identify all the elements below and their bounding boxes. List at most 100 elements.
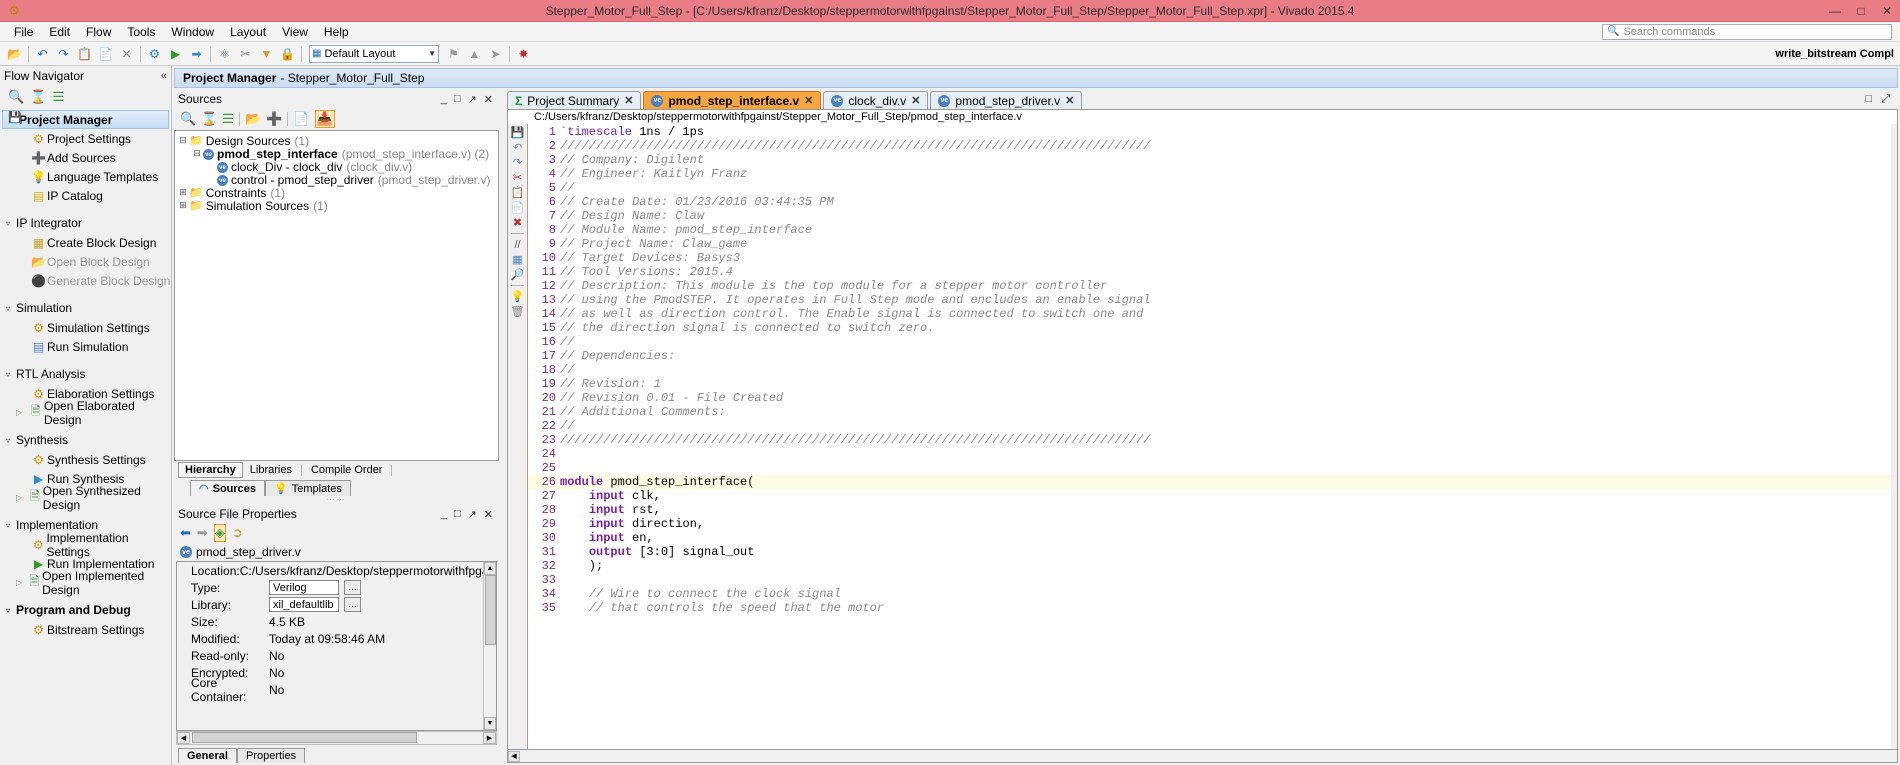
new-file-icon[interactable]: 📄 xyxy=(293,111,309,127)
properties-icon[interactable]: ◈ xyxy=(213,524,226,542)
tree-row[interactable]: ve clock_Div - clock_div (clock_div.v) xyxy=(177,160,496,174)
property-value-field[interactable]: xil_defaultlib xyxy=(269,597,339,612)
flow-nav-item-run-simulation[interactable]: ▤ Run Simulation xyxy=(0,337,171,356)
tree-row[interactable]: ⊞ 📁 Constraints (1) xyxy=(177,186,496,200)
sfp-maximize-button[interactable]: □ xyxy=(454,508,461,521)
scroll-thumb[interactable] xyxy=(484,575,496,645)
flow-nav-item-create-block-design[interactable]: ▦ Create Block Design xyxy=(0,233,171,252)
bottom-tab-properties[interactable]: Properties xyxy=(236,748,306,763)
flow-nav-section-program-and-debug[interactable]: ▿ Program and Debug xyxy=(0,600,171,620)
sources-minimize-button[interactable]: _ xyxy=(441,93,447,106)
menu-item-edit[interactable]: Edit xyxy=(41,23,78,41)
property-browse-button[interactable]: ... xyxy=(344,580,361,595)
tab-hierarchy[interactable]: Hierarchy xyxy=(178,462,243,478)
sfp-close-button[interactable]: ✕ xyxy=(484,508,493,521)
sfp-horizontal-scrollbar[interactable]: ◀ ▶ xyxy=(176,731,497,745)
undo-icon[interactable]: ↶ xyxy=(513,141,522,154)
minimize-button[interactable]: — xyxy=(1822,0,1848,21)
bottom-tab-sources[interactable]: ◠ Sources xyxy=(190,480,266,496)
code-content[interactable]: 1 `timescale 1ns / 1ps 2//////////////////… xyxy=(528,124,1897,749)
editor-horizontal-scrollbar[interactable]: ◀ xyxy=(507,750,1898,763)
flow-nav-section-rtl-analysis[interactable]: ▿ RTL Analysis xyxy=(0,364,171,384)
flow-nav-item-ip-catalog[interactable]: ▤ IP Catalog xyxy=(0,186,171,205)
scroll-left-arrow-icon[interactable]: ◀ xyxy=(508,750,520,762)
sfp-vertical-scrollbar[interactable]: ▲ ▼ xyxy=(483,562,496,730)
collapse-toggle-icon[interactable]: ⊟ xyxy=(191,148,203,159)
chevron-right-icon[interactable]: ▷ xyxy=(16,578,27,587)
layout-reset-icon[interactable]: ▲ xyxy=(465,44,484,63)
expand-toggle-icon[interactable]: ⊞ xyxy=(177,187,189,198)
copy-icon[interactable]: 📋 xyxy=(511,186,525,199)
save-icon[interactable]: 💾 xyxy=(511,126,525,139)
flow-nav-item-language-templates[interactable]: 💡 Language Templates xyxy=(0,167,171,186)
redo-icon[interactable]: ↷ xyxy=(54,44,73,63)
editor-tab-pmod-step-driver-v[interactable]: ve pmod_step_driver.v ✕ xyxy=(930,91,1083,109)
menu-item-window[interactable]: Window xyxy=(163,23,222,41)
flow-nav-section-ip-integrator[interactable]: ▿ IP Integrator xyxy=(0,213,171,233)
collapse-all-icon[interactable]: ⌛ xyxy=(30,89,46,105)
menu-item-view[interactable]: View xyxy=(274,23,316,41)
expand-toggle-icon[interactable]: ⊞ xyxy=(177,200,189,211)
back-arrow-icon[interactable]: ⬅ xyxy=(180,525,191,541)
bottom-tab-general[interactable]: General xyxy=(178,748,237,763)
editor-tab-pmod-step-interface-v[interactable]: ve pmod_step_interface.v ✕ xyxy=(643,91,822,109)
expand-all-icon[interactable]: ☰ xyxy=(222,111,234,127)
close-button[interactable]: ✕ xyxy=(1874,0,1900,21)
collapse-toggle-icon[interactable]: ⊟ xyxy=(177,135,189,146)
search-icon[interactable]: 🔍 xyxy=(180,111,196,127)
open-project-icon[interactable]: 📂 xyxy=(5,44,24,63)
collapse-all-icon[interactable]: ⌛ xyxy=(201,111,217,127)
menu-item-file[interactable]: File xyxy=(6,23,41,41)
search-icon[interactable]: 🔍 xyxy=(8,89,24,105)
flow-nav-item-open-synthesized-design[interactable]: ▷ 🗎 Open Synthesized Design xyxy=(0,484,171,512)
find-icon[interactable]: 🔎 xyxy=(511,268,525,281)
menu-item-tools[interactable]: Tools xyxy=(119,23,163,41)
property-browse-button[interactable]: ... xyxy=(344,597,361,612)
menu-item-flow[interactable]: Flow xyxy=(78,23,119,41)
scroll-thumb-h[interactable] xyxy=(192,732,417,743)
tree-row[interactable]: ve control - pmod_step_driver (pmod_step_d… xyxy=(177,173,496,187)
flow-nav-item-bitstream-settings[interactable]: ⚙ Bitstream Settings xyxy=(0,620,171,639)
close-icon[interactable]: ✕ xyxy=(1065,94,1074,107)
tab-compile-order[interactable]: Compile Order xyxy=(304,462,390,478)
layout-dropdown[interactable]: ▦ Default Layout ▼ xyxy=(309,44,439,63)
cut-icon[interactable]: ✂ xyxy=(513,171,522,184)
search-commands-box[interactable]: 🔍 Search commands xyxy=(1602,23,1892,40)
scroll-right-arrow-icon[interactable]: ▶ xyxy=(483,732,496,744)
open-hardware-manager-icon[interactable]: ⚛ xyxy=(215,44,234,63)
scroll-track[interactable] xyxy=(190,732,483,744)
tree-row[interactable]: ⊟ ve pmod_step_interface (pmod_step_interfa… xyxy=(177,147,496,161)
close-icon[interactable]: ✕ xyxy=(911,94,920,107)
layout-save-icon[interactable]: ⚑ xyxy=(444,44,463,63)
flow-nav-item-simulation-settings[interactable]: ⚙ Simulation Settings xyxy=(0,318,171,337)
indent-icon[interactable]: ▦ xyxy=(512,253,522,266)
flow-nav-section-synthesis[interactable]: ▿ Synthesis xyxy=(0,430,171,450)
flow-nav-item-synthesis-settings[interactable]: ⚙ Synthesis Settings xyxy=(0,450,171,469)
sfp-minimize-button[interactable]: _ xyxy=(441,508,447,521)
scroll-up-arrow-icon[interactable]: ▲ xyxy=(484,562,496,575)
flow-nav-section-simulation[interactable]: ▿ Simulation xyxy=(0,298,171,318)
flow-nav-item-add-sources[interactable]: ➕ Add Sources xyxy=(0,148,171,167)
hierarchy-update-icon[interactable]: 📥 xyxy=(314,110,335,128)
add-sources-icon[interactable]: ➕ xyxy=(266,111,282,127)
delete-icon[interactable]: ✕ xyxy=(117,44,136,63)
paste-icon[interactable]: 📄 xyxy=(511,201,525,214)
scissors-icon[interactable]: ✂ xyxy=(236,44,255,63)
editor-float-button[interactable]: ⤢ xyxy=(1881,93,1890,106)
tree-row[interactable]: ⊞ 📁 Simulation Sources (1) xyxy=(177,199,496,213)
expand-all-icon[interactable]: ☰ xyxy=(52,89,64,105)
select-cursor-icon[interactable]: ➲ xyxy=(232,525,243,541)
lightbulb-icon[interactable]: 💡 xyxy=(511,290,525,303)
layout-next-icon[interactable]: ➤ xyxy=(486,44,505,63)
flow-nav-item-open-implemented-design[interactable]: ▷ 🗎 Open Implemented Design xyxy=(0,569,171,597)
panel-resize-grip[interactable]: ⋯⋯ xyxy=(174,495,499,503)
undo-icon[interactable]: ↶ xyxy=(33,44,52,63)
sources-tree[interactable]: ⊟ 📁 Design Sources (1) ⊟ ve pmod_step_interfac… xyxy=(174,130,499,461)
scroll-left-arrow-icon[interactable]: ◀ xyxy=(177,732,190,744)
comment-icon[interactable]: // xyxy=(514,238,520,251)
flow-nav-item-implementation-settings[interactable]: ⚙ Implementation Settings xyxy=(0,531,171,559)
flow-nav-section-project-manager[interactable]: ▿ Project Manager xyxy=(2,110,169,129)
tcl-console-icon[interactable]: ✸ xyxy=(514,44,533,63)
menu-item-layout[interactable]: Layout xyxy=(222,23,274,41)
sources-close-button[interactable]: ✕ xyxy=(484,93,493,106)
